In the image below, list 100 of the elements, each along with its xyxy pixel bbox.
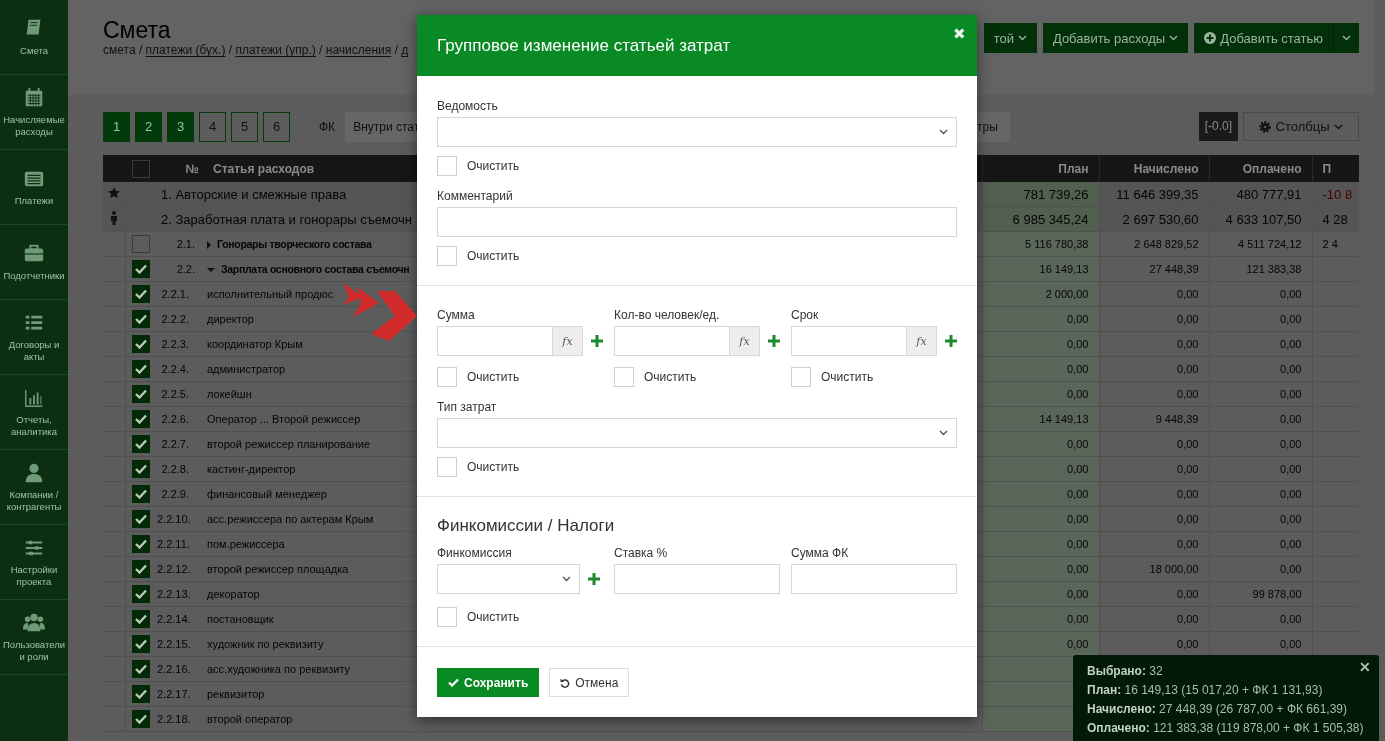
check-icon (448, 678, 459, 687)
expense-name: директор (207, 313, 254, 325)
page-title: Смета (103, 17, 172, 43)
row-number: 2.2.15. (157, 638, 191, 650)
expand-caret-icon[interactable] (207, 268, 215, 273)
checkbox[interactable] (132, 485, 151, 503)
row-number: 2.2.4. (161, 363, 189, 375)
checkbox[interactable] (132, 635, 151, 653)
amount-cell: 0,00 (1177, 288, 1199, 300)
amount-cell: 0,00 (1177, 638, 1199, 650)
sidebar-item[interactable]: Договоры и акты (0, 300, 68, 375)
checkbox[interactable] (132, 360, 151, 378)
amount-cell: -10 8 (1322, 186, 1353, 202)
plus-icon[interactable] (945, 335, 957, 347)
category-name: Зарплата основного состава съемочн (221, 263, 410, 275)
checkbox[interactable] (132, 435, 151, 453)
checkbox[interactable] (132, 585, 151, 603)
amount-cell: 0,00 (1067, 438, 1089, 450)
amount-cell: 0,00 (1067, 513, 1089, 525)
checkbox[interactable] (132, 285, 151, 303)
checkbox[interactable] (132, 535, 151, 553)
row-number: 2.2.3. (161, 338, 189, 350)
amount-cell: 2 000,00 (1045, 288, 1089, 300)
checkbox[interactable] (132, 235, 151, 253)
row-number: 2.2.17. (157, 688, 191, 700)
amount-cell: 0,00 (1280, 338, 1302, 350)
checkbox[interactable] (132, 660, 151, 678)
input-field[interactable]: fx (614, 326, 760, 356)
amount-cell: 0,00 (1280, 363, 1302, 375)
row-number: 2.2.2. (161, 313, 189, 325)
field-label: Финкомиссия (437, 546, 513, 560)
checkbox[interactable] (132, 310, 151, 328)
expense-name: кастинг-директор (207, 463, 296, 475)
amount-cell: 0,00 (1280, 313, 1302, 325)
cancel-button[interactable]: Отмена (549, 668, 630, 697)
add-button[interactable]: Добавить статью (1194, 23, 1333, 53)
row-number: 2.2.9. (161, 488, 189, 500)
amount-cell: 0,00 (1177, 488, 1199, 500)
checkbox[interactable] (132, 685, 151, 703)
row-number: 2.2.7. (161, 438, 189, 450)
amount-cell: 0,00 (1280, 413, 1302, 425)
select-field[interactable] (437, 418, 957, 448)
expense-name: администратор (207, 363, 286, 375)
select-field[interactable] (437, 564, 580, 594)
checkbox[interactable] (132, 610, 151, 628)
user-icon (23, 461, 45, 484)
checkbox[interactable] (132, 460, 151, 478)
input-field[interactable] (614, 564, 780, 594)
checkmark-icon (135, 364, 148, 374)
formula-button[interactable]: fx (906, 327, 936, 355)
expense-name: декоратор (207, 588, 260, 600)
sidebar-item[interactable]: Настройки проекта (0, 525, 68, 600)
input-field[interactable] (437, 207, 957, 237)
row-number: 2.2.12. (157, 563, 191, 575)
plus-icon[interactable] (588, 573, 600, 585)
expand-caret-icon[interactable] (207, 241, 211, 250)
column-header: П (1322, 161, 1332, 176)
amount-cell: 0,00 (1280, 388, 1302, 400)
dropdown-button[interactable]: Добавить расходы (1042, 23, 1189, 53)
save-button[interactable]: Сохранить (437, 668, 540, 697)
input-field[interactable]: fx (437, 326, 583, 356)
dropdown-button[interactable]: той (983, 23, 1037, 53)
close-button[interactable]: ✖ (953, 25, 966, 43)
sidebar-item[interactable]: Отчеты, аналитика (0, 375, 68, 450)
checkbox[interactable] (132, 560, 151, 578)
sidebar-item[interactable]: Подотчетники (0, 225, 68, 300)
formula-button[interactable]: fx (729, 327, 759, 355)
modal-title: Групповое изменение статьей затрат (437, 35, 731, 56)
checkbox[interactable] (132, 385, 151, 403)
sidebar-item[interactable]: Пользователи и роли (0, 600, 68, 675)
checkbox[interactable] (132, 410, 151, 428)
amount-cell: 0,00 (1177, 388, 1199, 400)
plus-icon[interactable] (768, 335, 780, 347)
close-button[interactable]: ✕ (1359, 659, 1371, 675)
page-button[interactable]: 1 (103, 111, 130, 142)
input-field[interactable]: fx (791, 326, 937, 356)
checkbox[interactable] (132, 335, 151, 353)
select-field[interactable] (437, 117, 957, 147)
dropdown-toggle[interactable] (1333, 23, 1359, 53)
checkbox[interactable] (132, 710, 151, 728)
row-number: 2.2.13. (157, 588, 191, 600)
expense-name: финансовый менеджер (207, 488, 327, 500)
sidebar-item[interactable]: Начисляемые расходы (0, 75, 68, 150)
formula-button[interactable]: fx (552, 327, 582, 355)
sidebar-item[interactable]: Компании / контрагенты (0, 450, 68, 525)
input-field[interactable] (791, 564, 957, 594)
page-button[interactable]: 2 (135, 111, 162, 142)
checkmark-icon (135, 614, 148, 624)
page-button[interactable]: 3 (167, 111, 194, 142)
column-header: Оплачено (1242, 161, 1302, 176)
field-label: Ведомость (437, 99, 499, 113)
summary-line: Начислено: 27 448,39 (26 787,00 + ФК 661,39) (1087, 703, 1349, 716)
person-icon (109, 210, 118, 225)
plus-icon[interactable] (591, 335, 603, 347)
checkmark-icon (135, 414, 148, 424)
sidebar-item[interactable]: Платежи (0, 150, 68, 225)
checkbox[interactable] (132, 260, 151, 278)
checkbox[interactable] (132, 159, 150, 178)
checkmark-icon (135, 314, 148, 324)
checkbox[interactable] (132, 510, 151, 528)
